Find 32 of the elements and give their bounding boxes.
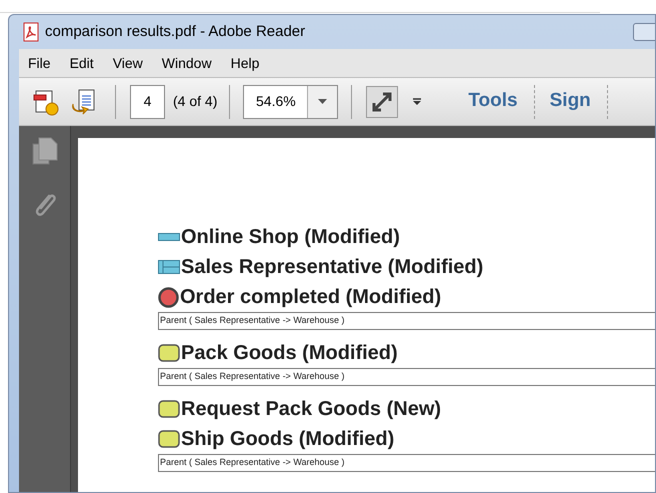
entry-title: Pack Goods (Modified)	[181, 341, 398, 366]
task-icon	[158, 400, 180, 418]
menu-item[interactable]: Help	[230, 52, 260, 74]
expand-icon[interactable]	[366, 86, 398, 118]
caret-icon	[318, 99, 328, 104]
entry-title: Online Shop (Modified)	[181, 225, 400, 250]
menu-item[interactable]: Window	[162, 52, 212, 74]
entry-title: Request Pack Goods (New)	[181, 397, 442, 422]
page-count: (4 of 4)	[173, 92, 218, 111]
task-icon	[158, 430, 180, 448]
parent-detail: Parent ( Sales Representative -> Warehouse )	[158, 312, 655, 330]
page-number-field[interactable]: 4	[130, 84, 165, 118]
parent-detail: Parent ( Sales Representative -> Warehouse )	[158, 454, 655, 472]
menu-item[interactable]: File	[28, 52, 51, 74]
tools-button[interactable]: Tools	[468, 87, 518, 116]
window-title: comparison results.pdf - Adobe Reader	[45, 22, 306, 42]
minimize-button[interactable]	[633, 23, 655, 41]
end-event-icon	[158, 286, 179, 308]
entry-title: Sales Representative (Modified)	[181, 255, 484, 280]
pool-icon	[158, 233, 180, 241]
entry-title: Ship Goods (Modified)	[181, 427, 394, 452]
parent-detail: Parent ( Sales Representative -> Warehouse )	[158, 368, 655, 386]
entry-title: Order completed (Modified)	[180, 285, 442, 310]
lane-icon	[158, 260, 180, 274]
pages-icon[interactable]	[30, 136, 58, 166]
menu-item[interactable]: View	[112, 52, 143, 74]
overflow-icon[interactable]	[412, 98, 422, 106]
task-icon	[158, 344, 180, 362]
zoom-dropdown[interactable]: 54.6%	[243, 84, 338, 118]
menu-item[interactable]: Edit	[70, 52, 94, 74]
pdf-file-icon	[21, 22, 41, 42]
sign-button[interactable]: Sign	[550, 87, 591, 116]
